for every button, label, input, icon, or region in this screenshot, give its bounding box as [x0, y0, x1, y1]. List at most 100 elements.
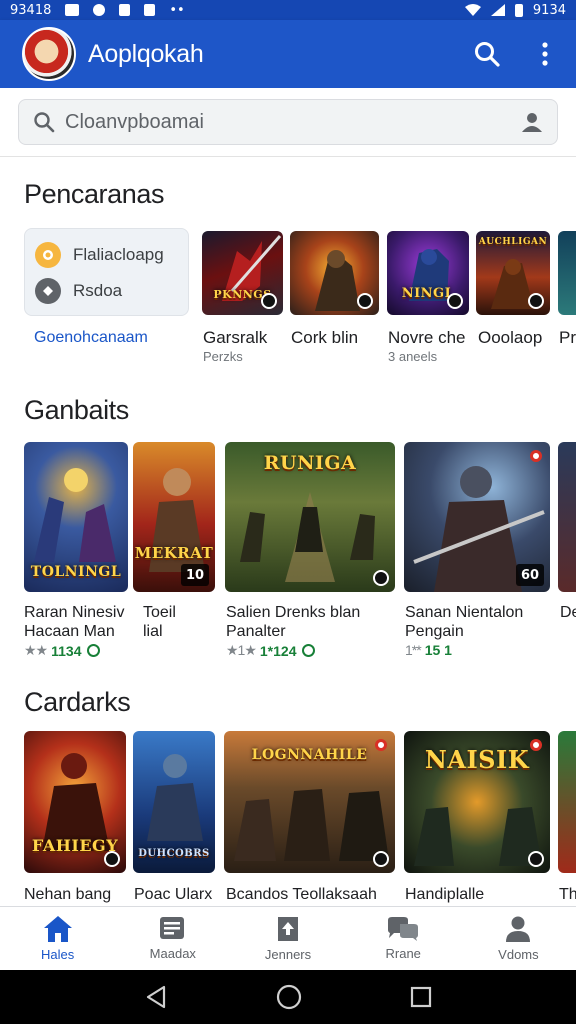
- status-time-right: 9134: [532, 2, 566, 18]
- game-rating: ★★ 1134: [24, 642, 101, 659]
- status-time-left: 93418: [10, 2, 52, 18]
- game-title: Novre che: [388, 328, 466, 347]
- search-container: [0, 88, 576, 156]
- game-tile[interactable]: [558, 442, 576, 592]
- game-subtitle: 3 aneels: [388, 349, 438, 364]
- new-indicator-icon: [530, 739, 542, 751]
- app-bar: Aoplqokah: [0, 20, 576, 88]
- game-title: De: [560, 604, 576, 621]
- see-more-link[interactable]: Goenohcanaam: [34, 329, 148, 347]
- game-tile[interactable]: NINGL: [387, 231, 469, 315]
- nav-item-downloads[interactable]: Jenners: [230, 907, 345, 970]
- category-label: Rsdoa: [73, 281, 123, 300]
- game-tile[interactable]: AUCHLIGAN: [476, 231, 550, 315]
- install-badge-icon: [373, 570, 389, 586]
- game-title: Handiplalle: [405, 886, 485, 903]
- game-wordmark: TOLNINGL: [30, 564, 122, 580]
- nav-item-profile[interactable]: Vdoms: [461, 907, 576, 970]
- game-title: Nehan bang: [24, 886, 112, 903]
- search-bar[interactable]: [18, 99, 558, 145]
- battery-icon: [514, 3, 523, 17]
- section-title: Cardarks: [24, 687, 131, 717]
- game-subtitle: Perzks: [203, 349, 243, 364]
- nav-item-news[interactable]: Maadax: [115, 907, 230, 970]
- status-bar: 93418 •• 9134: [0, 0, 576, 20]
- game-title: Garsralk: [203, 328, 268, 347]
- game-title: Ooolaop: [478, 328, 543, 347]
- category-item[interactable]: Rsdoa: [35, 273, 178, 309]
- game-tile[interactable]: [290, 231, 379, 315]
- category-label: Flaliacloapg: [73, 245, 164, 264]
- notification-icon: [144, 4, 156, 16]
- count-badge: 10: [181, 564, 209, 586]
- record-icon: [93, 4, 106, 16]
- install-badge-icon: [104, 851, 120, 867]
- install-badge-icon: [528, 293, 544, 309]
- signal-icon: [490, 4, 505, 16]
- news-icon: [159, 917, 184, 939]
- game-wordmark: MEKRAT: [134, 544, 214, 562]
- game-tile[interactable]: RUNIGA: [225, 442, 395, 592]
- section-title: Pencaranas: [24, 179, 165, 209]
- game-title: Salien Drenks blan Panalter: [226, 604, 361, 640]
- game-tile[interactable]: 60: [404, 442, 550, 592]
- game-wordmark: AUCHLIGAN: [478, 237, 548, 247]
- game-wordmark: DUHCOBRS: [138, 848, 210, 859]
- photo-icon: [65, 4, 80, 16]
- download-icon: [278, 917, 298, 941]
- nav-item-home[interactable]: Hales: [0, 907, 115, 970]
- game-title: Toeil lial: [143, 604, 176, 640]
- category-icon: [35, 242, 61, 268]
- game-title: Pr: [559, 328, 576, 347]
- install-badge-icon: [447, 293, 463, 309]
- account-icon[interactable]: [521, 111, 543, 133]
- game-tile[interactable]: [558, 231, 576, 315]
- bottom-navigation: Hales Maadax Jenners Rrane Vdoms: [0, 906, 576, 970]
- game-tile[interactable]: PKNNGS: [202, 231, 283, 315]
- game-rating: ★1★ 1*124: [226, 642, 316, 659]
- category-icon: [35, 278, 61, 304]
- person-icon: [506, 916, 531, 942]
- more-options-button[interactable]: [530, 39, 560, 69]
- download-icon: [302, 644, 316, 657]
- install-badge-icon: [528, 851, 544, 867]
- chat-icon: [388, 917, 419, 941]
- game-tile[interactable]: MEKRAT 10: [133, 442, 215, 592]
- install-badge-icon: [357, 293, 373, 309]
- count-badge: 60: [516, 564, 544, 586]
- category-card: Flaliacloapg Rsdoa: [24, 228, 189, 316]
- game-title: Sanan Nientalon Pengain: [405, 604, 524, 640]
- new-indicator-icon: [530, 450, 542, 462]
- category-item[interactable]: Flaliacloapg: [35, 237, 178, 273]
- new-indicator-icon: [375, 739, 387, 751]
- search-button[interactable]: [472, 39, 502, 69]
- home-circle-icon[interactable]: [276, 984, 302, 1010]
- nav-item-chat[interactable]: Rrane: [346, 907, 461, 970]
- app-logo: [22, 27, 76, 81]
- more-notifications-icon: ••: [169, 2, 185, 18]
- game-tile[interactable]: DUHCOBRS: [133, 731, 215, 873]
- back-icon[interactable]: [144, 985, 168, 1009]
- app-title: Aoplqokah: [88, 39, 204, 68]
- game-tile[interactable]: TOLNINGL: [24, 442, 128, 592]
- game-title: Bcandos Teollaksaah: [226, 886, 377, 903]
- recents-icon[interactable]: [410, 986, 432, 1008]
- game-title: Cork blin: [291, 328, 359, 347]
- game-tile[interactable]: LOGNNAHILE: [224, 731, 395, 873]
- wifi-icon: [464, 4, 481, 16]
- game-tile[interactable]: [558, 731, 576, 873]
- game-wordmark: RUNIGA: [263, 452, 357, 474]
- game-tile[interactable]: NAISIK: [404, 731, 550, 873]
- install-badge-icon: [373, 851, 389, 867]
- search-input[interactable]: [65, 110, 521, 134]
- install-badge-icon: [261, 293, 277, 309]
- system-navigation-bar: [0, 970, 576, 1024]
- sd-card-icon: [119, 4, 131, 16]
- home-icon: [43, 916, 72, 942]
- download-icon: [87, 644, 101, 657]
- more-vert-icon: [542, 42, 548, 66]
- game-wordmark: NAISIK: [424, 745, 530, 774]
- game-tile[interactable]: FAHIEGY: [24, 731, 126, 873]
- search-icon: [475, 42, 500, 67]
- content-area: Pencaranas Flaliacloapg Rsdoa Goenohcana…: [0, 156, 576, 906]
